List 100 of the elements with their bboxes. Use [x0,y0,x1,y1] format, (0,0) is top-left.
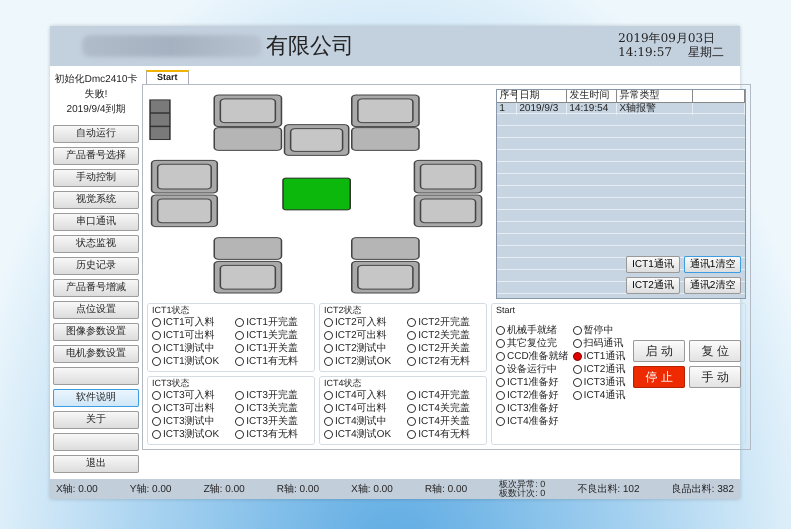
comm-button[interactable]: 通讯2清空 [684,277,742,294]
menu-button[interactable]: 产品番号增减 [53,279,139,297]
indicator-label: ICT2可出料 [335,328,387,342]
weekday-text: 星期二 [688,46,724,60]
axis-reading: X轴: 0.00 [351,482,393,496]
control-button[interactable]: 手 动 [689,366,742,388]
indicator-label: ICT2开完盖 [418,316,470,330]
control-button[interactable]: 复 位 [689,340,742,362]
axis-reading: X轴: 0.00 [56,482,98,496]
table-cell: 2019/9/3 [517,103,568,115]
indicator-label: 机械手就绪 [507,324,557,338]
menu-button[interactable]: 图像参数设置 [53,323,139,341]
indicator-label: ICT2测试中 [335,342,387,356]
group-title: Start [496,305,516,316]
indicator-label: ICT4关完盖 [418,402,470,416]
axis-reading: R轴: 0.00 [276,482,320,496]
indicator-label: 扫码通讯 [584,336,624,350]
menu-button[interactable]: 电机参数设置 [53,345,139,363]
indicator-label: ICT4可入料 [335,388,387,402]
menu-button[interactable]: 状态监视 [53,235,139,253]
indicator-label: ICT2测试OK [335,354,392,369]
menu-button[interactable]: 产品番号选择 [53,147,139,165]
error-message: 初始化Dmc2410卡 [54,72,138,87]
column-header: 日期 [517,90,568,103]
comm-button[interactable]: 通讯1清空 [684,256,742,273]
time-text: 14:19:57 [618,46,672,60]
indicator-label: ICT1测试中 [163,342,215,356]
indicator-label: CCD准备就绪 [507,350,569,364]
error-message: 失败! [84,88,108,102]
group-title: ICT3状态 [152,378,191,389]
menu-button[interactable]: 历史记录 [53,257,139,275]
indicator-label: ICT1可出料 [163,328,215,342]
indicator-label: ICT3测试OK [163,428,220,442]
tab[interactable]: Start [146,70,189,84]
indicator-label: ICT1通讯 [584,350,626,364]
indicator-label: ICT2开关盖 [418,342,470,356]
indicator-label: ICT4开关盖 [418,414,470,428]
indicator-label: ICT3可入料 [163,388,215,402]
control-button[interactable]: 启 动 [633,340,686,362]
menu-button[interactable]: 点位设置 [53,301,139,319]
indicator-label: ICT1准备好 [507,376,559,390]
menu-button[interactable]: 视觉系统 [53,191,139,209]
indicator-label: 设备运行中 [507,362,557,376]
menu-button[interactable]: 退出 [53,455,139,473]
menu-button[interactable]: 手动控制 [53,169,139,187]
group-title: ICT4状态 [324,378,363,389]
group-title: ICT1状态 [152,305,191,316]
indicator-label: ICT4测试中 [335,414,387,428]
axis-reading: Y轴: 0.00 [130,482,172,496]
date-text: 2019年09月03日 [618,32,716,46]
indicator-label: ICT2可入料 [335,316,387,330]
indicator-label: ICT3有无料 [246,428,298,442]
indicator-label: ICT4准备好 [507,414,559,429]
indicator-label: ICT1有无料 [246,354,298,369]
indicator-label: ICT2准备好 [507,388,559,402]
indicator-label: ICT2关完盖 [418,328,470,342]
output-count: 良品出料: 382 [672,482,734,496]
indicator-label: ICT1关完盖 [246,328,298,342]
indicator-label: ICT4可出料 [335,402,387,416]
menu-button[interactable]: 软件说明 [53,389,139,407]
indicator-label: ICT2通讯 [584,362,626,376]
blank-button[interactable] [53,433,139,451]
indicator-label: ICT4通讯 [584,388,626,403]
table-cell: X轴报警 [617,103,694,115]
menu-button[interactable]: 串口通讯 [53,213,139,231]
indicator-label: ICT3准备好 [507,402,559,416]
indicator-label: ICT1开关盖 [246,342,298,356]
indicator-label: 暂停中 [584,324,614,338]
indicator-label: ICT3可出料 [163,402,215,416]
indicator-label: 其它复位完 [507,336,557,350]
indicator-label: ICT4开完盖 [418,388,470,402]
indicator-label: ICT3开完盖 [246,388,298,402]
indicator-label: ICT4有无料 [418,428,470,442]
blank-button[interactable] [53,367,139,385]
expiry-date: 2019/9/4到期 [66,102,126,117]
indicator-label: ICT1开完盖 [246,316,298,330]
indicator-label: ICT2有无料 [418,354,470,369]
indicator-label: ICT4测试OK [335,428,392,442]
axis-reading: Z轴: 0.00 [204,482,245,496]
indicator-label: ICT3测试中 [163,414,215,428]
column-header: 异常类型 [617,90,694,103]
indicator-label: ICT1测试OK [163,354,220,369]
axis-reading: R轴: 0.00 [424,482,468,496]
menu-button[interactable]: 关于 [53,411,139,429]
indicator-label: ICT1可入料 [163,316,215,330]
output-count: 不良出料: 102 [577,482,640,496]
indicator-label: ICT3关完盖 [246,402,298,416]
stop-button[interactable]: 停 止 [633,366,686,388]
menu-button[interactable]: 自动运行 [53,125,139,143]
comm-button[interactable]: ICT1通讯 [626,256,680,273]
table-cell: 1 [497,103,518,115]
indicator-label: ICT3开关盖 [246,414,298,428]
company-name: 有限公司 [266,32,354,60]
group-title: ICT2状态 [324,305,363,316]
counter-text: 板数计次: 0 [499,489,546,498]
table-cell: 14:19:54 [567,103,618,115]
indicator-label: ICT3通讯 [584,376,626,390]
column-header: 发生时间 [567,90,618,103]
comm-button[interactable]: ICT2通讯 [626,277,680,294]
counter-text: 板次异常: 0 [499,480,546,489]
